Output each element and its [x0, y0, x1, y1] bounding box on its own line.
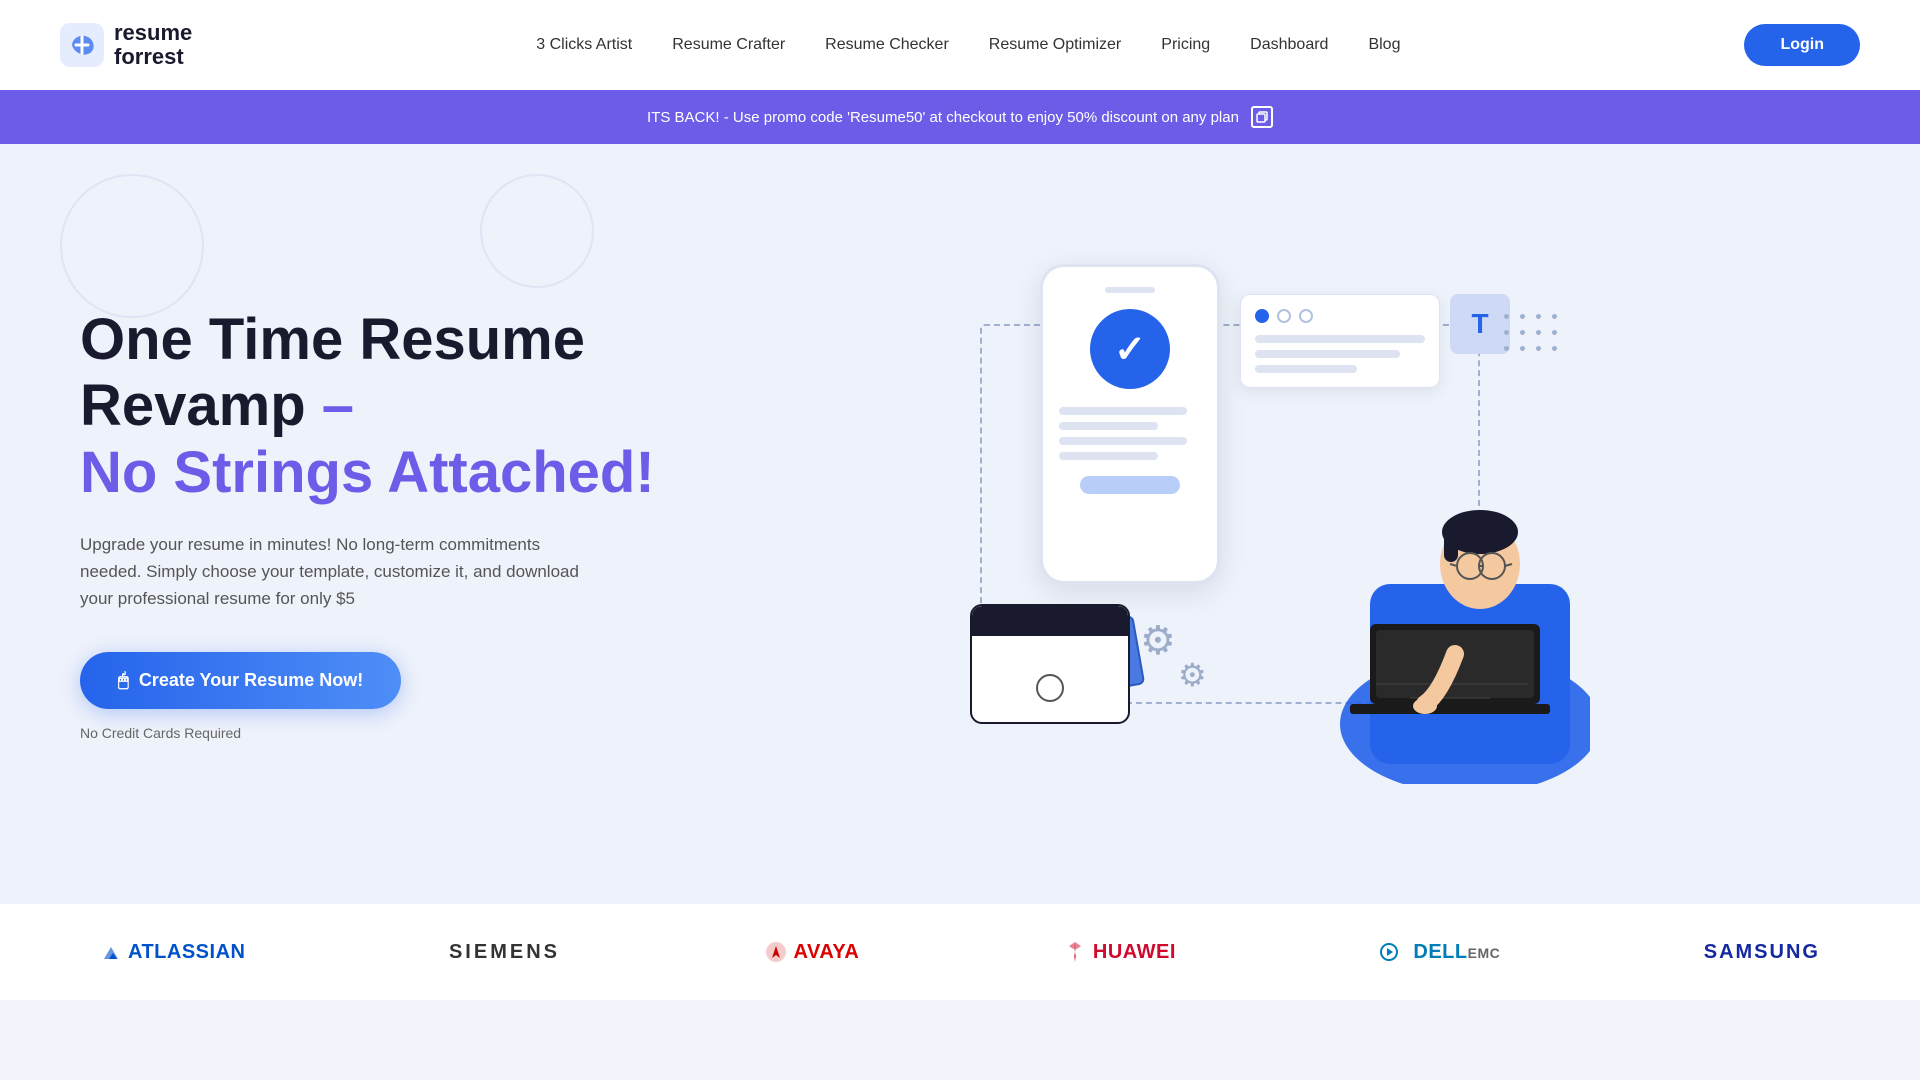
phone-button-mock [1080, 476, 1179, 494]
ui-card-dots [1255, 309, 1425, 323]
logo[interactable]: resume forrest [60, 21, 192, 69]
hero-subtitle: Upgrade your resume in minutes! No long-… [80, 531, 580, 613]
brand-samsung: SAMSUNG [1704, 941, 1820, 964]
phone-lines [1059, 407, 1201, 460]
ui-card-line [1255, 365, 1357, 373]
phone-line [1059, 437, 1187, 445]
t-card: T [1450, 294, 1510, 354]
logo-icon [60, 23, 104, 67]
phone-line [1059, 452, 1158, 460]
illustration-wrapper: ✓ [910, 264, 1590, 784]
hero-title: One Time Resume Revamp – No Strings Atta… [80, 307, 660, 507]
hero-illustration: ✓ [660, 264, 1840, 784]
dell-icon [1379, 942, 1407, 962]
dot-empty [1277, 309, 1291, 323]
no-credit-card-text: No Credit Cards Required [80, 725, 660, 741]
person-illustration [1270, 384, 1590, 784]
dot-filled [1255, 309, 1269, 323]
brand-avaya: AVAYA [764, 940, 860, 964]
phone-notch [1105, 287, 1155, 293]
navbar: resume forrest 3 Clicks Artist Resume Cr… [0, 0, 1920, 90]
cursor-icon: 🖱 [118, 670, 129, 691]
phone-line [1059, 407, 1187, 415]
wallet-clasp [1036, 674, 1064, 702]
promo-banner: ITS BACK! - Use promo code 'Resume50' at… [0, 90, 1920, 144]
logo-line1: resume [114, 21, 192, 45]
hero-section: One Time Resume Revamp – No Strings Atta… [0, 144, 1920, 904]
hero-title-line2: No Strings Attached! [80, 440, 655, 505]
atlassian-icon [100, 941, 122, 963]
nav-links: 3 Clicks Artist Resume Crafter Resume Ch… [536, 36, 1400, 54]
nav-resume-crafter[interactable]: Resume Crafter [672, 36, 785, 54]
huawei-icon [1063, 940, 1087, 964]
gear-icon-small: ⚙ [1178, 656, 1207, 694]
nav-3-clicks-artist[interactable]: 3 Clicks Artist [536, 36, 632, 54]
brand-siemens: SIEMENS [449, 941, 560, 964]
gear-icon-large: ⚙ [1140, 618, 1176, 664]
phone-check-circle: ✓ [1090, 309, 1170, 389]
nav-resume-optimizer[interactable]: Resume Optimizer [989, 36, 1121, 54]
nav-blog[interactable]: Blog [1368, 36, 1400, 54]
ui-card [1240, 294, 1440, 388]
brand-dell: DELLEMC [1379, 941, 1500, 964]
ui-card-line [1255, 335, 1425, 343]
avaya-icon [764, 940, 788, 964]
cta-label: Create Your Resume Now! [139, 670, 363, 691]
phone-line [1059, 422, 1158, 430]
ui-card-lines [1255, 335, 1425, 373]
logo-line2: forrest [114, 45, 192, 69]
dots-grid-decoration [1504, 314, 1560, 354]
hero-title-line1: One Time Resume Revamp – [80, 307, 585, 439]
cta-button[interactable]: 🖱 Create Your Resume Now! [80, 652, 401, 709]
nav-dashboard[interactable]: Dashboard [1250, 36, 1328, 54]
hero-content: One Time Resume Revamp – No Strings Atta… [80, 307, 660, 742]
login-button[interactable]: Login [1744, 24, 1860, 66]
ui-card-line [1255, 350, 1400, 358]
wallet [970, 604, 1130, 724]
copy-icon[interactable] [1251, 106, 1273, 128]
dot-empty [1299, 309, 1313, 323]
wallet-flap [972, 606, 1128, 636]
promo-text: ITS BACK! - Use promo code 'Resume50' at… [647, 109, 1239, 126]
nav-resume-checker[interactable]: Resume Checker [825, 36, 949, 54]
brand-huawei: HUAWEI [1063, 940, 1176, 964]
nav-pricing[interactable]: Pricing [1161, 36, 1210, 54]
phone-mockup: ✓ [1040, 264, 1220, 584]
brands-bar: ATLASSIAN SIEMENS AVAYA HUAWEI DELLEMC S… [0, 904, 1920, 1000]
brand-atlassian: ATLASSIAN [100, 941, 245, 964]
